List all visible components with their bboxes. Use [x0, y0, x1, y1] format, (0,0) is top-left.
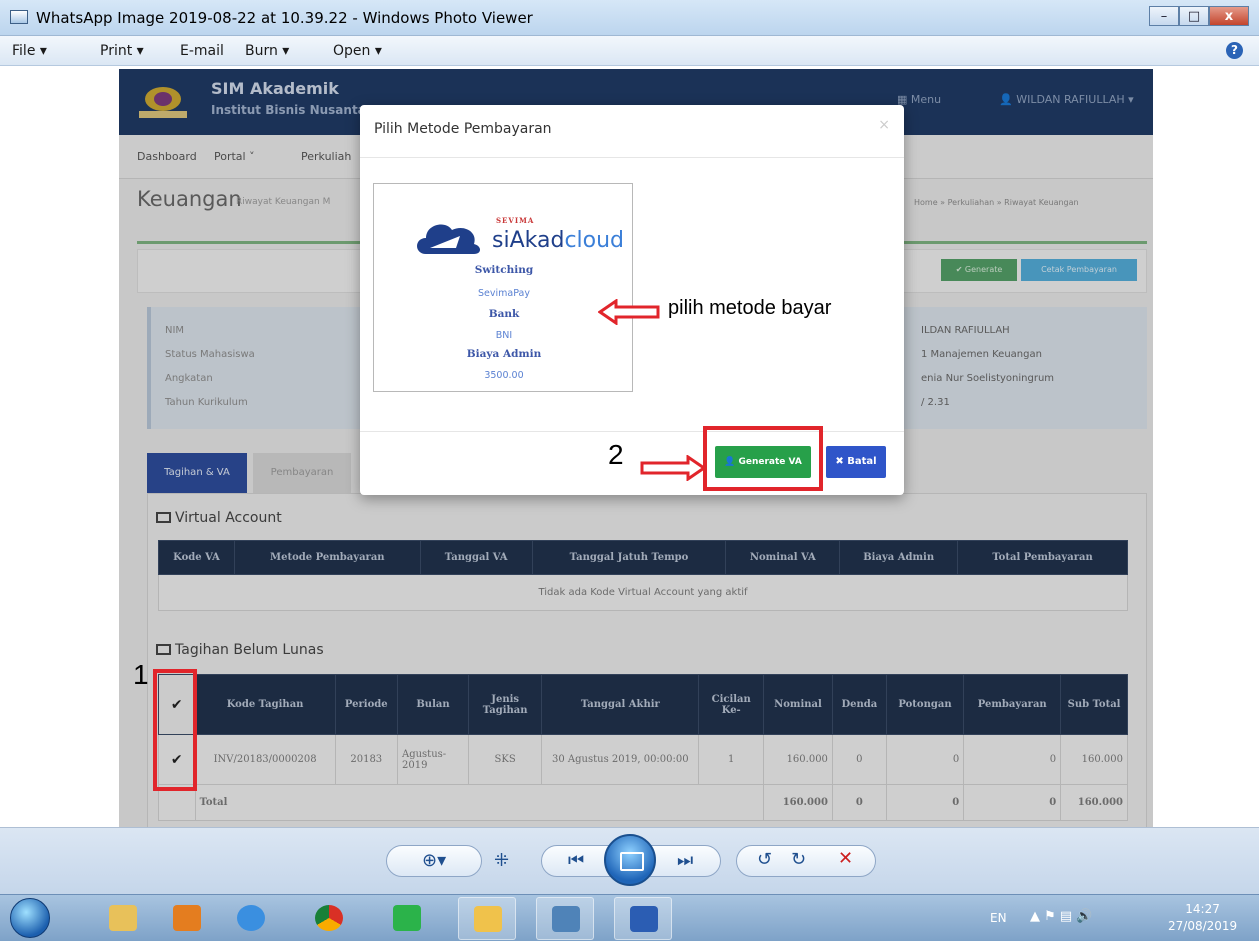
- taskbar-ie[interactable]: [222, 897, 280, 940]
- taskbar-media[interactable]: [158, 897, 216, 940]
- highlight-box: [703, 426, 823, 491]
- taskbar-app[interactable]: [378, 897, 436, 940]
- triangle-app-icon: [393, 905, 421, 931]
- actual-size-icon[interactable]: ⁜: [494, 850, 509, 871]
- photo-viewer-icon: [552, 906, 580, 932]
- menu-file[interactable]: File ▾: [12, 43, 47, 59]
- slideshow-button[interactable]: [604, 834, 656, 886]
- divider: [360, 157, 904, 158]
- siakad-wordmark: siAkadcloud: [492, 228, 624, 253]
- language-indicator[interactable]: EN: [990, 911, 1007, 925]
- card-line: SevimaPay: [478, 288, 530, 299]
- annotation-step-1: 1: [133, 659, 149, 690]
- highlight-box: [153, 669, 197, 791]
- taskbar-explorer[interactable]: [94, 897, 152, 940]
- zoom-icon[interactable]: ⊕▾: [422, 850, 446, 871]
- clock[interactable]: 14:27 27/08/2019: [1168, 901, 1237, 935]
- siakad-bold: siAkad: [492, 228, 565, 253]
- menu-print[interactable]: Print ▾: [100, 43, 144, 59]
- cloud-logo-icon: [417, 224, 480, 254]
- card-line: BNI: [495, 330, 513, 341]
- folder-icon: [109, 905, 137, 931]
- menu-burn[interactable]: Burn ▾: [245, 43, 289, 59]
- card-line: 3500.00: [484, 370, 524, 381]
- taskbar-powerpoint[interactable]: [458, 897, 516, 940]
- menu-email[interactable]: E-mail: [180, 43, 224, 59]
- photo-content: SIM Akademik Institut Bisnis Nusantara ▦…: [119, 69, 1153, 827]
- card-line: Biaya Admin: [466, 348, 542, 360]
- left-arrow-icon: [598, 299, 660, 325]
- viewer-controls: ⊕▾ ⁜ ⏮ ⏭ ↺ ↻ ✕: [0, 827, 1259, 894]
- sevima-wordmark: SEVIMA: [496, 216, 535, 225]
- menu-open[interactable]: Open ▾: [333, 43, 382, 59]
- right-arrow-icon: [640, 455, 706, 481]
- taskbar-photo-viewer[interactable]: [536, 897, 594, 940]
- taskbar-word[interactable]: [614, 897, 672, 940]
- annotation-step-2: 2: [608, 439, 624, 470]
- payment-method-modal: Pilih Metode Pembayaran × SEVIMA siAkadc…: [360, 105, 904, 495]
- previous-icon[interactable]: ⏮: [568, 850, 584, 871]
- clock-date: 27/08/2019: [1168, 919, 1238, 933]
- chrome-icon: [315, 905, 343, 931]
- presentation-icon: [474, 906, 502, 932]
- ie-icon: [237, 905, 265, 931]
- taskbar-chrome[interactable]: [300, 897, 358, 940]
- modal-close-icon[interactable]: ×: [878, 117, 890, 133]
- word-icon: [630, 906, 658, 932]
- payment-option-card[interactable]: SEVIMA siAkadcloud Switching SevimaPay B…: [373, 183, 633, 392]
- tray-icons[interactable]: ▲ ⚑ ▤ 🔊: [1030, 909, 1093, 924]
- annotation-text: pilih metode bayar: [668, 297, 832, 319]
- rotate-right-icon[interactable]: ↻: [791, 849, 806, 870]
- start-button[interactable]: [10, 898, 50, 938]
- cancel-button[interactable]: ✖ Batal: [826, 446, 886, 478]
- title-bar: WhatsApp Image 2019-08-22 at 10.39.22 - …: [0, 0, 1259, 36]
- menu-bar: File ▾ Print ▾ E-mail Burn ▾ Open ▾ ?: [0, 36, 1259, 66]
- media-player-icon: [173, 905, 201, 931]
- rotate-left-icon[interactable]: ↺: [757, 849, 772, 870]
- window-title: WhatsApp Image 2019-08-22 at 10.39.22 - …: [36, 9, 533, 27]
- maximize-button[interactable]: □: [1179, 6, 1209, 26]
- modal-title: Pilih Metode Pembayaran: [374, 121, 552, 137]
- close-button[interactable]: x: [1209, 6, 1249, 26]
- card-line: Bank: [488, 308, 520, 320]
- clock-time: 14:27: [1185, 902, 1220, 916]
- photo-viewer-icon: [10, 10, 28, 24]
- card-line: Switching: [474, 264, 534, 276]
- help-icon[interactable]: ?: [1226, 42, 1243, 59]
- window-controls: – □ x: [1149, 6, 1249, 26]
- next-icon[interactable]: ⏭: [677, 850, 693, 871]
- delete-icon[interactable]: ✕: [838, 848, 853, 869]
- taskbar: EN ▲ ⚑ ▤ 🔊 14:27 27/08/2019: [0, 894, 1259, 941]
- siakad-light: cloud: [564, 228, 625, 253]
- minimize-button[interactable]: –: [1149, 6, 1179, 26]
